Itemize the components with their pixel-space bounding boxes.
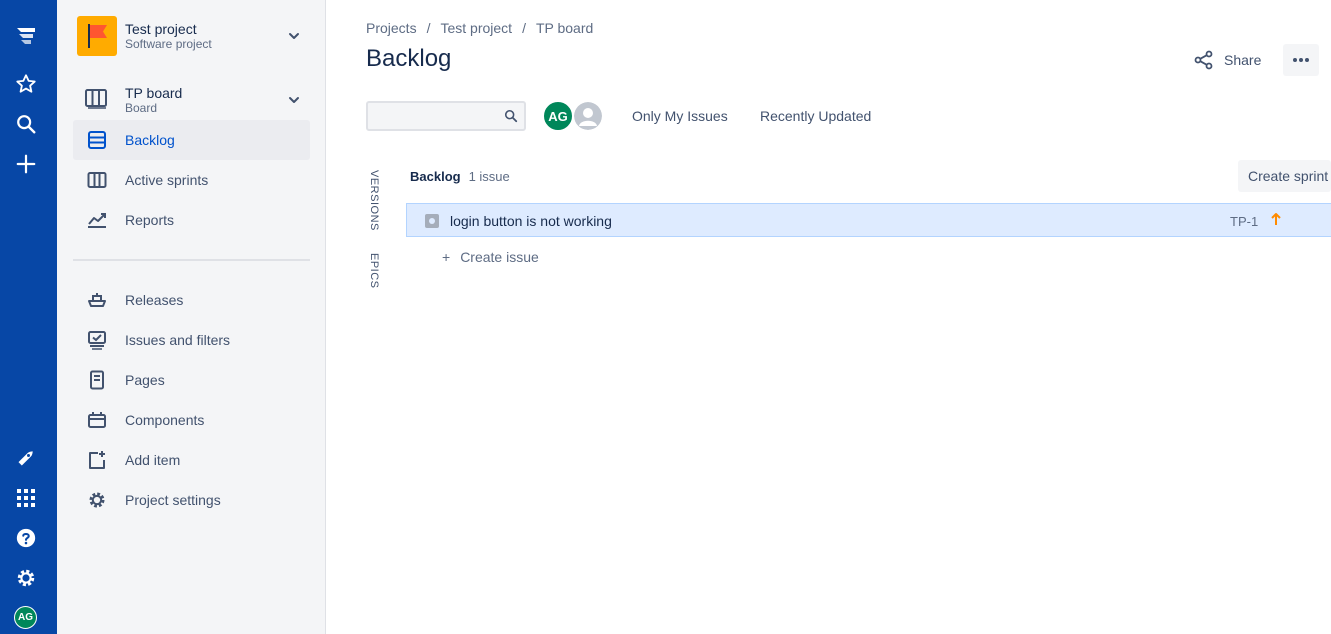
issues-icon (85, 328, 109, 352)
sidebar-item-releases[interactable]: Releases (73, 280, 310, 320)
search-field (366, 101, 526, 131)
sidebar-item-label: Components (125, 412, 205, 428)
share-button[interactable]: Share (1194, 48, 1261, 72)
notifications-icon[interactable] (12, 444, 40, 472)
filter-only-my-issues[interactable]: Only My Issues (632, 108, 728, 124)
breadcrumb: Projects / Test project / TP board (366, 20, 594, 36)
board-subtitle: Board (125, 101, 158, 115)
jira-logo-icon[interactable] (12, 22, 40, 50)
plus-icon[interactable] (12, 150, 40, 178)
backlog-section-header: Backlog 1 issue (410, 169, 510, 184)
create-issue-button[interactable]: + Create issue (442, 249, 539, 265)
project-sidebar: Test project Software project TP board B… (57, 0, 326, 634)
backlog-section-title: Backlog (410, 169, 461, 184)
assignee-avatar-unassigned[interactable] (572, 100, 604, 132)
versions-tab[interactable]: VERSIONS (368, 170, 380, 231)
create-sprint-button[interactable]: Create sprint (1238, 160, 1331, 192)
sidebar-item-pages[interactable]: Pages (73, 360, 310, 400)
backlog-icon (85, 128, 109, 152)
sidebar-item-reports[interactable]: Reports (73, 200, 310, 240)
user-icon (574, 102, 602, 130)
sidebar-item-label: Project settings (125, 492, 221, 508)
sidebar-item-label: Add item (125, 452, 181, 468)
sidebar-divider (73, 259, 310, 261)
sidebar-item-label: Pages (125, 372, 165, 388)
jira-app: AG Test project Software project TP boar… (0, 0, 1331, 634)
flag-icon (88, 24, 107, 48)
sidebar-item-issues-and-filters[interactable]: Issues and filters (73, 320, 310, 360)
create-issue-label: Create issue (460, 249, 539, 265)
project-title: Test project (125, 21, 197, 37)
breadcrumb-projects[interactable]: Projects (366, 20, 417, 36)
sidebar-item-add-item[interactable]: Add item (73, 440, 310, 480)
board-switcher[interactable]: TP board Board (83, 84, 309, 116)
sidebar-item-components[interactable]: Components (73, 400, 310, 440)
table-row[interactable]: login button is not working TP-1 (406, 203, 1331, 237)
active-sprints-icon (85, 168, 109, 192)
add-item-icon (85, 448, 109, 472)
sidebar-item-active-sprints[interactable]: Active sprints (73, 160, 310, 200)
component-icon (85, 408, 109, 432)
sidebar-item-label: Releases (125, 292, 184, 308)
issue-key[interactable]: TP-1 (1230, 214, 1258, 229)
issue-type-icon (425, 214, 439, 228)
page-title: Backlog (366, 45, 452, 72)
reports-icon (85, 208, 109, 232)
filter-recently-updated[interactable]: Recently Updated (760, 108, 871, 124)
main-content: Projects / Test project / TP board Backlog S… (326, 0, 1331, 634)
ellipsis-icon (1293, 58, 1309, 62)
sidebar-item-label: Active sprints (125, 172, 209, 188)
epics-tab[interactable]: EPICS (368, 253, 380, 289)
gear-icon (85, 488, 109, 512)
assignee-avatar-ag[interactable]: AG (542, 100, 574, 132)
global-nav-rail: AG (0, 0, 57, 634)
star-icon[interactable] (12, 70, 40, 98)
settings-icon[interactable] (12, 564, 40, 592)
board-icon (85, 89, 107, 109)
share-label: Share (1224, 52, 1262, 68)
project-subtitle: Software project (125, 37, 212, 51)
search-icon[interactable] (12, 110, 40, 138)
more-actions-button[interactable] (1283, 44, 1319, 76)
board-title: TP board (125, 85, 183, 101)
breadcrumb-tp-board[interactable]: TP board (536, 20, 593, 36)
plus-icon: + (442, 249, 451, 265)
share-icon (1194, 50, 1213, 70)
app-switcher-icon[interactable] (12, 484, 40, 512)
chevron-down-icon[interactable] (286, 92, 302, 108)
chevron-down-icon[interactable] (286, 28, 302, 44)
sidebar-item-label: Reports (125, 212, 175, 228)
search-icon[interactable] (504, 109, 518, 123)
page-icon (85, 368, 109, 392)
priority-high-icon (1271, 213, 1281, 225)
sidebar-item-label: Issues and filters (125, 332, 231, 348)
backlog-issue-count: 1 issue (468, 169, 510, 184)
sidebar-item-project-settings[interactable]: Project settings (73, 480, 310, 520)
ship-icon (85, 288, 109, 312)
breadcrumb-test-project[interactable]: Test project (440, 20, 512, 36)
project-header[interactable]: Test project Software project (77, 16, 307, 56)
issue-summary: login button is not working (450, 213, 612, 229)
sidebar-item-label: Backlog (125, 132, 175, 148)
help-icon[interactable] (12, 524, 40, 552)
search-input[interactable] (368, 103, 496, 129)
sidebar-item-backlog[interactable]: Backlog (73, 120, 310, 160)
user-avatar[interactable]: AG (14, 606, 37, 629)
project-avatar (77, 16, 117, 56)
